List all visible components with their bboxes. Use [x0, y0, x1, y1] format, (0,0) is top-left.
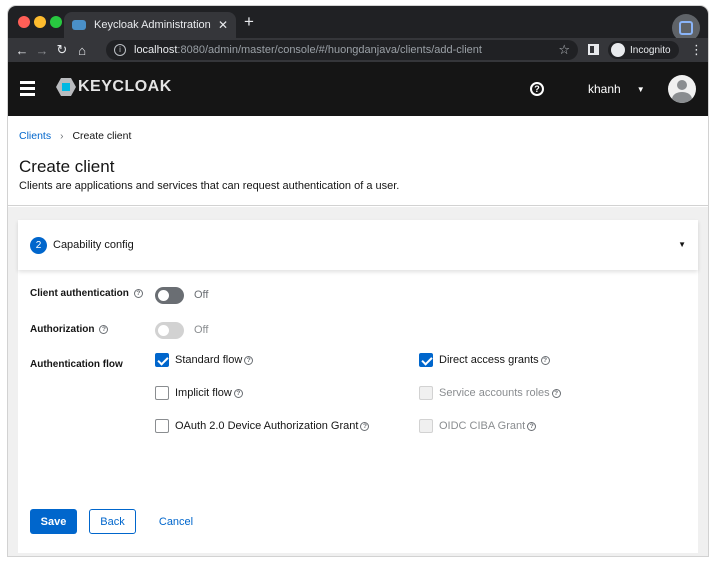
browser-toolbar: ← → ↻ ⌂ i localhost:8080/admin/master/co… — [8, 38, 708, 62]
help-icon[interactable]: ? — [133, 289, 143, 298]
bookmark-star-icon[interactable]: ☆ — [558, 42, 570, 58]
client-authentication-label: Client authentication ? — [30, 288, 143, 299]
main-content: 2 Capability config ▼ Client authenticat… — [8, 207, 708, 556]
lens-icon — [679, 21, 693, 35]
client-authentication-switch[interactable] — [155, 287, 184, 304]
username: khanh — [588, 82, 621, 96]
step-label: Capability config — [53, 239, 134, 251]
breadcrumb: Clients › Create client — [19, 130, 131, 142]
back-button[interactable]: Back — [89, 509, 136, 534]
page-title: Create client — [19, 157, 115, 176]
nav-toggle-hamburger-icon[interactable] — [20, 81, 35, 96]
new-tab-button[interactable]: + — [244, 13, 254, 30]
caret-down-icon: ▼ — [636, 84, 645, 94]
checkbox-checked-icon[interactable] — [419, 353, 433, 367]
standard-flow-checkbox[interactable]: Standard flow ? — [155, 353, 254, 367]
authentication-flow-label: Authentication flow — [30, 359, 123, 370]
checkbox-unchecked-icon[interactable] — [155, 419, 169, 433]
wizard-step-toggle[interactable]: 2 Capability config ▼ — [18, 220, 698, 270]
url-path: :8080/admin/master/console/#/huongdanjav… — [177, 44, 482, 56]
forward-arrow-icon[interactable]: → — [32, 43, 52, 58]
minimize-window-button[interactable] — [34, 16, 46, 28]
oidc-ciba-grant-label: OIDC CIBA Grant — [439, 420, 526, 432]
close-tab-icon[interactable]: ✕ — [218, 18, 228, 32]
tab-title: Keycloak Administration Conso — [94, 19, 212, 31]
reload-icon[interactable]: ↻ — [52, 42, 72, 58]
device-authorization-grant-checkbox[interactable]: OAuth 2.0 Device Authorization Grant ? — [155, 419, 370, 433]
checkbox-unchecked-icon[interactable] — [155, 386, 169, 400]
help-icon[interactable]: ? — [233, 388, 243, 398]
browser-menu-icon[interactable]: ⋮ — [690, 42, 703, 58]
help-icon[interactable]: ? — [527, 421, 537, 431]
page-header: Clients › Create client Create client Cl… — [8, 116, 708, 206]
chevron-right-icon: › — [60, 130, 64, 142]
cancel-button[interactable]: Cancel — [154, 509, 198, 534]
implicit-flow-label: Implicit flow — [175, 387, 232, 399]
back-arrow-icon[interactable]: ← — [12, 43, 32, 58]
logo-text: KEYCLOAK — [78, 78, 172, 95]
implicit-flow-checkbox[interactable]: Implicit flow ? — [155, 386, 243, 400]
authorization-switch[interactable] — [155, 322, 184, 339]
help-icon[interactable]: ? — [360, 421, 370, 431]
help-icon[interactable]: ? — [551, 388, 561, 398]
user-dropdown[interactable]: khanh ▼ — [588, 82, 645, 96]
direct-access-grants-checkbox[interactable]: Direct access grants ? — [419, 353, 550, 367]
help-icon[interactable]: ? — [540, 355, 550, 365]
help-icon[interactable]: ? — [99, 325, 109, 334]
client-authentication-state: Off — [194, 289, 209, 301]
avatar[interactable] — [668, 75, 696, 103]
client-authentication-text: Client authentication — [30, 288, 129, 299]
authorization-label: Authorization ? — [30, 324, 109, 335]
help-icon[interactable]: ? — [530, 82, 544, 96]
oidc-ciba-grant-checkbox[interactable]: OIDC CIBA Grant ? — [419, 419, 537, 433]
browser-tab-strip: Keycloak Administration Conso ✕ + — [8, 6, 708, 42]
authorization-state: Off — [194, 324, 209, 336]
service-accounts-roles-label: Service accounts roles — [439, 387, 550, 399]
keycloak-hexagon-icon — [56, 78, 76, 96]
page-description: Clients are applications and services th… — [19, 180, 400, 192]
keycloak-favicon-icon — [72, 20, 86, 30]
url-host: localhost — [134, 44, 178, 56]
keycloak-logo[interactable]: KEYCLOAK — [56, 78, 172, 96]
side-panel-icon[interactable] — [588, 44, 599, 55]
breadcrumb-current: Create client — [72, 130, 132, 142]
address-bar[interactable]: i localhost:8080/admin/master/console/#/… — [106, 40, 578, 60]
breadcrumb-clients-link[interactable]: Clients — [19, 130, 51, 142]
incognito-icon — [611, 43, 625, 57]
authentication-flow-text: Authentication flow — [30, 359, 123, 370]
checkbox-disabled-icon — [419, 386, 433, 400]
browser-window: Keycloak Administration Conso ✕ + ← → ↻ … — [8, 6, 708, 556]
site-info-icon[interactable]: i — [114, 44, 126, 56]
home-icon[interactable]: ⌂ — [72, 43, 92, 58]
checkbox-disabled-icon — [419, 419, 433, 433]
maximize-window-button[interactable] — [50, 16, 62, 28]
incognito-label: Incognito — [630, 44, 671, 56]
standard-flow-label: Standard flow — [175, 354, 243, 366]
authorization-text: Authorization — [30, 324, 95, 335]
browser-tab[interactable]: Keycloak Administration Conso ✕ — [64, 12, 236, 38]
checkbox-checked-icon[interactable] — [155, 353, 169, 367]
help-icon[interactable]: ? — [244, 355, 254, 365]
incognito-indicator[interactable]: Incognito — [608, 41, 679, 59]
masthead: KEYCLOAK ? khanh ▼ — [8, 62, 708, 116]
direct-access-grants-label: Direct access grants — [439, 354, 539, 366]
close-window-button[interactable] — [18, 16, 30, 28]
step-number: 2 — [30, 236, 47, 254]
service-accounts-roles-checkbox[interactable]: Service accounts roles ? — [419, 386, 561, 400]
caret-down-icon: ▼ — [678, 240, 686, 249]
save-button[interactable]: Save — [30, 509, 77, 534]
device-authorization-grant-label: OAuth 2.0 Device Authorization Grant — [175, 420, 359, 432]
